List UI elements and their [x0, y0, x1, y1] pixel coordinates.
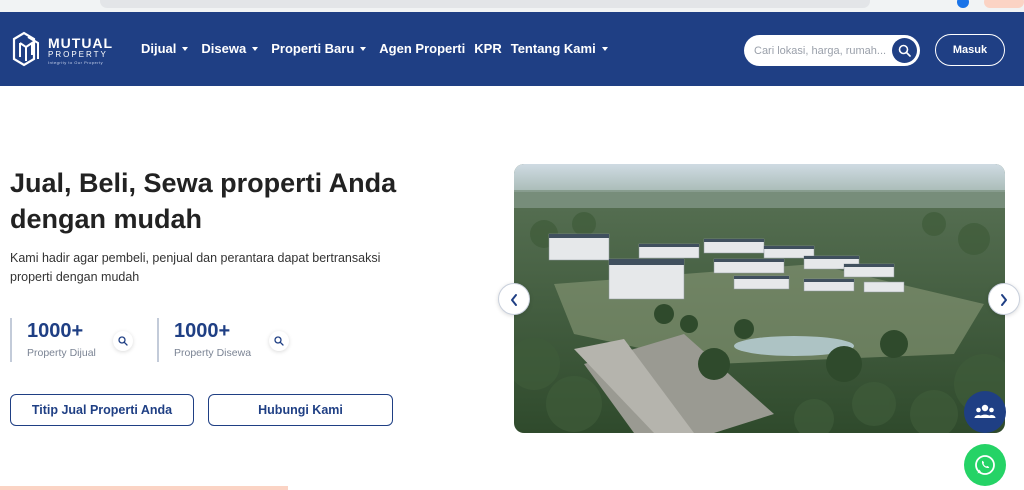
stat-dijual: 1000+ Property Dijual [10, 318, 140, 362]
caret-down-icon [252, 46, 259, 51]
nav-item-disewa[interactable]: Disewa [201, 41, 259, 56]
caret-down-icon [182, 46, 189, 51]
login-button[interactable]: Masuk [935, 34, 1005, 66]
main-nav: Dijual Disewa Properti Baru Agen Propert… [141, 41, 621, 56]
search-input[interactable] [754, 41, 892, 60]
brand-logo[interactable]: MUTUAL PROPERTY Integrity to Our Propert… [10, 29, 120, 71]
search-icon [118, 336, 128, 346]
browser-chrome-strip [0, 0, 1024, 12]
chevron-left-icon [511, 294, 517, 306]
search-icon [274, 336, 284, 346]
community-button[interactable] [964, 391, 1006, 433]
site-header: MUTUAL PROPERTY Integrity to Our Propert… [0, 12, 1024, 86]
nav-item-kpr[interactable]: KPR [474, 41, 501, 56]
hubungi-kami-button[interactable]: Hubungi Kami [208, 394, 393, 426]
search-icon [898, 44, 911, 57]
nav-item-agen-properti[interactable]: Agen Properti [379, 41, 465, 56]
bottom-accent-bar [0, 486, 288, 490]
brand-sub: PROPERTY [48, 50, 108, 59]
hero-carousel[interactable] [514, 164, 1005, 433]
stat-disewa: 1000+ Property Disewa [157, 318, 297, 362]
nav-item-dijual[interactable]: Dijual [141, 41, 189, 56]
caret-down-icon [601, 46, 608, 51]
stat-search-button[interactable] [113, 331, 133, 351]
mutual-property-logo-icon [12, 31, 39, 67]
users-icon [974, 404, 996, 418]
browser-action-pill[interactable] [984, 0, 1024, 8]
brand-tagline: Integrity to Our Property [48, 60, 104, 65]
nav-label: Dijual [141, 41, 177, 56]
titip-jual-button[interactable]: Titip Jual Properti Anda [10, 394, 194, 426]
whatsapp-icon [975, 455, 995, 475]
hero-description: Kami hadir agar pembeli, penjual dan per… [10, 251, 381, 284]
search-box [744, 35, 920, 66]
chevron-right-icon [1001, 294, 1007, 306]
brand-name: MUTUAL [48, 35, 114, 51]
search-button[interactable] [892, 38, 917, 63]
browser-url-bar[interactable] [100, 0, 870, 8]
nav-label: Disewa [201, 41, 247, 56]
aerial-property-render-image [514, 164, 1005, 433]
whatsapp-button[interactable] [964, 444, 1006, 486]
nav-label: Properti Baru [271, 41, 355, 56]
nav-label: Agen Properti [379, 41, 466, 56]
nav-item-properti-baru[interactable]: Properti Baru [271, 41, 367, 56]
browser-profile-icon[interactable] [957, 0, 969, 8]
carousel-next-button[interactable] [988, 283, 1020, 315]
nav-label: Tentang Kami [510, 41, 596, 56]
hero-title: Jual, Beli, Sewa properti Anda dengan mu… [10, 168, 397, 234]
carousel-prev-button[interactable] [498, 283, 530, 315]
nav-item-tentang-kami[interactable]: Tentang Kami [511, 41, 608, 56]
nav-label: KPR [474, 41, 502, 56]
caret-down-icon [360, 46, 367, 51]
stat-search-button[interactable] [269, 331, 289, 351]
